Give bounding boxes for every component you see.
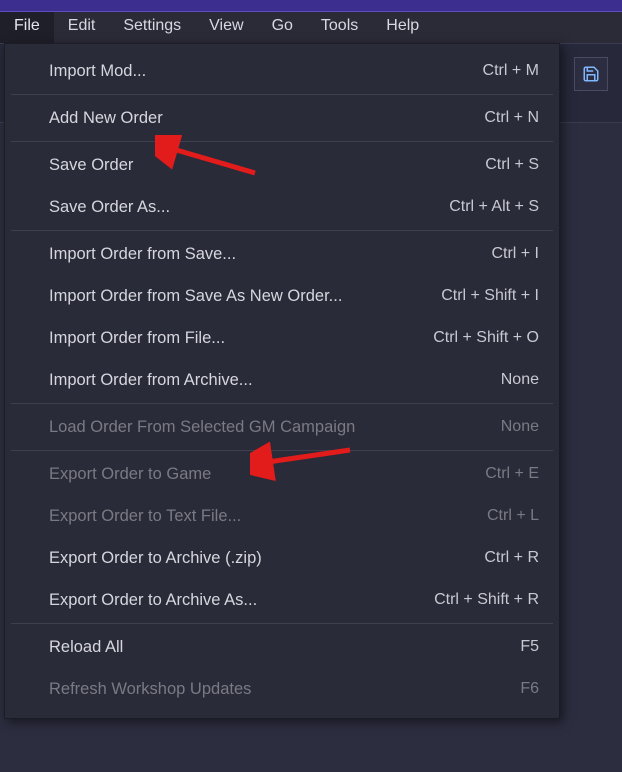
menu-item-save-order[interactable]: Save OrderCtrl + S <box>5 144 559 186</box>
menu-item-label: Refresh Workshop Updates <box>49 680 520 699</box>
menubar-item-label: Help <box>386 17 419 34</box>
file-dropdown-menu: Import Mod...Ctrl + MAdd New OrderCtrl +… <box>4 43 560 719</box>
menu-item-shortcut: None <box>501 418 539 436</box>
menu-separator <box>11 450 553 451</box>
menu-separator <box>11 141 553 142</box>
menu-item-export-order-to-archive-as[interactable]: Export Order to Archive As...Ctrl + Shif… <box>5 579 559 621</box>
menu-separator <box>11 94 553 95</box>
menu-item-import-order-from-save-as-new-order[interactable]: Import Order from Save As New Order...Ct… <box>5 275 559 317</box>
menubar: File Edit Settings View Go Tools Help <box>0 12 622 43</box>
menubar-item-label: File <box>14 17 40 34</box>
menu-item-import-order-from-file[interactable]: Import Order from File...Ctrl + Shift + … <box>5 317 559 359</box>
menubar-item-go[interactable]: Go <box>258 12 307 43</box>
save-icon <box>582 65 600 83</box>
menubar-item-tools[interactable]: Tools <box>307 12 372 43</box>
menu-item-label: Import Mod... <box>49 62 483 81</box>
menubar-item-file[interactable]: File <box>0 12 54 43</box>
menu-item-label: Save Order As... <box>49 198 449 217</box>
menubar-item-view[interactable]: View <box>195 12 257 43</box>
menu-item-shortcut: Ctrl + M <box>483 62 539 80</box>
menu-item-import-mod[interactable]: Import Mod...Ctrl + M <box>5 50 559 92</box>
menu-item-label: Save Order <box>49 156 485 175</box>
menubar-item-settings[interactable]: Settings <box>109 12 195 43</box>
menu-item-shortcut: Ctrl + Shift + O <box>433 329 539 347</box>
menubar-item-label: Tools <box>321 17 358 34</box>
menu-item-export-order-to-text-file: Export Order to Text File...Ctrl + L <box>5 495 559 537</box>
menu-item-import-order-from-archive[interactable]: Import Order from Archive...None <box>5 359 559 401</box>
menu-item-add-new-order[interactable]: Add New OrderCtrl + N <box>5 97 559 139</box>
menubar-item-label: Edit <box>68 17 96 34</box>
menubar-item-label: Go <box>272 17 293 34</box>
menu-separator <box>11 623 553 624</box>
menu-item-label: Export Order to Text File... <box>49 507 487 526</box>
menu-item-shortcut: Ctrl + N <box>484 109 539 127</box>
menu-item-shortcut: Ctrl + S <box>485 156 539 174</box>
menu-item-label: Load Order From Selected GM Campaign <box>49 418 501 437</box>
save-toolbar-button[interactable] <box>574 57 608 91</box>
menu-item-shortcut: Ctrl + L <box>487 507 539 525</box>
menubar-item-label: Settings <box>123 17 181 34</box>
menu-item-shortcut: F6 <box>520 680 539 698</box>
menu-item-label: Export Order to Archive As... <box>49 591 434 610</box>
menu-item-load-order-from-selected-gm-campaign: Load Order From Selected GM CampaignNone <box>5 406 559 448</box>
menubar-item-edit[interactable]: Edit <box>54 12 110 43</box>
menubar-item-help[interactable]: Help <box>372 12 433 43</box>
menu-item-shortcut: Ctrl + Shift + R <box>434 591 539 609</box>
menu-item-refresh-workshop-updates: Refresh Workshop UpdatesF6 <box>5 668 559 710</box>
menu-item-reload-all[interactable]: Reload AllF5 <box>5 626 559 668</box>
menu-item-shortcut: None <box>501 371 539 389</box>
menu-item-label: Export Order to Archive (.zip) <box>49 549 484 568</box>
menu-item-label: Reload All <box>49 638 520 657</box>
menu-item-shortcut: Ctrl + I <box>491 245 539 263</box>
menubar-item-label: View <box>209 17 243 34</box>
menu-item-shortcut: Ctrl + E <box>485 465 539 483</box>
menu-item-export-order-to-archive-zip[interactable]: Export Order to Archive (.zip)Ctrl + R <box>5 537 559 579</box>
menu-item-save-order-as[interactable]: Save Order As...Ctrl + Alt + S <box>5 186 559 228</box>
menu-item-label: Import Order from Archive... <box>49 371 501 390</box>
menu-item-export-order-to-game: Export Order to GameCtrl + E <box>5 453 559 495</box>
menu-separator <box>11 403 553 404</box>
window-titlebar-strip <box>0 0 622 12</box>
menu-item-label: Export Order to Game <box>49 465 485 484</box>
menu-item-label: Import Order from Save... <box>49 245 491 264</box>
menu-item-shortcut: Ctrl + Alt + S <box>449 198 539 216</box>
menu-item-import-order-from-save[interactable]: Import Order from Save...Ctrl + I <box>5 233 559 275</box>
menu-item-shortcut: Ctrl + R <box>484 549 539 567</box>
menu-separator <box>11 230 553 231</box>
menu-item-label: Import Order from File... <box>49 329 433 348</box>
menu-item-label: Import Order from Save As New Order... <box>49 287 441 306</box>
menu-item-label: Add New Order <box>49 109 484 128</box>
menu-item-shortcut: F5 <box>520 638 539 656</box>
menu-item-shortcut: Ctrl + Shift + I <box>441 287 539 305</box>
